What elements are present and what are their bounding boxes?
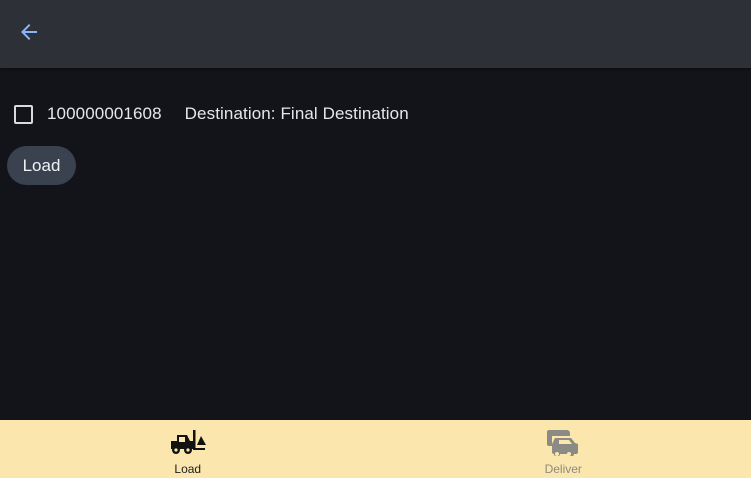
shipment-row: 100000001608 Destination: Final Destinat… <box>14 102 409 126</box>
shipment-checkbox[interactable] <box>14 104 33 124</box>
app-root: 100000001608 Destination: Final Destinat… <box>0 0 751 478</box>
nav-item-load[interactable]: Load <box>0 420 376 478</box>
nav-label-deliver: Deliver <box>544 462 582 476</box>
shipment-destination: Destination: Final Destination <box>184 104 409 123</box>
app-bar <box>0 0 751 68</box>
shipment-id: 100000001608 <box>47 104 162 123</box>
main-content: 100000001608 Destination: Final Destinat… <box>0 68 751 420</box>
forklift-icon <box>169 428 207 456</box>
nav-item-deliver[interactable]: Deliver <box>376 420 751 478</box>
back-button[interactable] <box>8 13 50 55</box>
arrow-left-icon <box>17 20 41 49</box>
nav-label-load: Load <box>174 462 202 476</box>
load-button[interactable]: Load <box>7 146 76 185</box>
truck-delivery-icon <box>546 428 580 456</box>
bottom-navigation: Load Deliver <box>0 420 751 478</box>
